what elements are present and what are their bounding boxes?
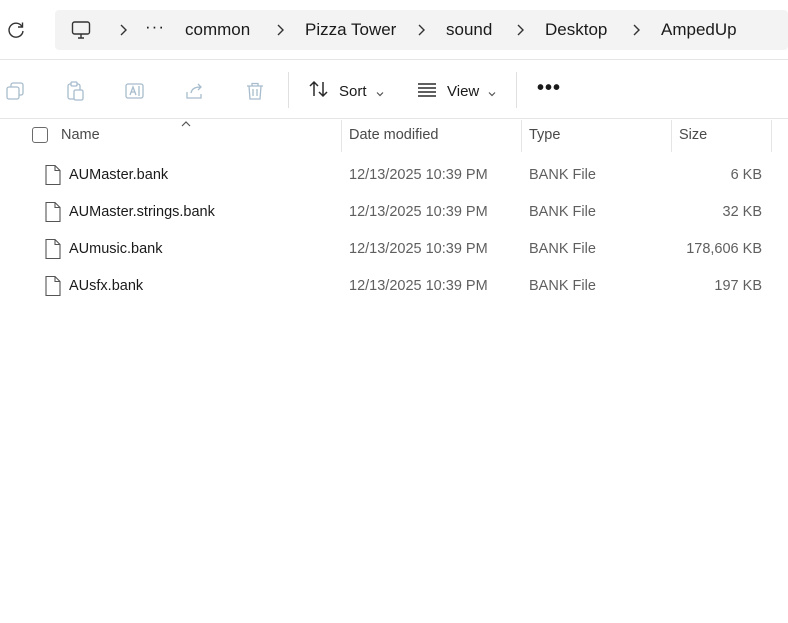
- divider: [516, 72, 517, 108]
- file-row[interactable]: AUMaster.strings.bank 12/13/2025 10:39 P…: [0, 194, 788, 231]
- chevron-down-icon: [375, 86, 385, 97]
- column-divider[interactable]: [671, 120, 672, 152]
- file-date: 12/13/2025 10:39 PM: [349, 167, 488, 183]
- file-name: AUsfx.bank: [69, 278, 144, 294]
- file-name: AUmusic.bank: [69, 241, 163, 257]
- address-bar[interactable]: ··· common Pizza Tower sound Desktop Amp…: [55, 10, 788, 50]
- command-bar: Sort View •••: [0, 61, 788, 119]
- column-divider[interactable]: [521, 120, 522, 152]
- view-button[interactable]: View: [416, 75, 497, 107]
- file-size: 197 KB: [714, 278, 762, 294]
- file-type: BANK File: [529, 204, 596, 220]
- sort-label: Sort: [339, 82, 367, 100]
- paste-icon[interactable]: [64, 80, 86, 102]
- breadcrumb-desktop[interactable]: Desktop: [545, 10, 607, 50]
- file-icon: [44, 164, 62, 186]
- refresh-icon[interactable]: [5, 20, 27, 42]
- computer-icon[interactable]: [70, 19, 92, 41]
- breadcrumb-overflow[interactable]: ···: [145, 10, 165, 50]
- breadcrumb-common[interactable]: common: [185, 10, 250, 50]
- chevron-right-icon[interactable]: [513, 22, 527, 38]
- chevron-right-icon[interactable]: [273, 22, 287, 38]
- delete-icon[interactable]: [244, 80, 266, 102]
- file-row[interactable]: AUMaster.bank 12/13/2025 10:39 PM BANK F…: [0, 157, 788, 194]
- column-divider[interactable]: [341, 120, 342, 152]
- more-options-button[interactable]: •••: [537, 75, 561, 107]
- breadcrumb-ampedup[interactable]: AmpedUp: [661, 10, 737, 50]
- select-all-checkbox[interactable]: [32, 127, 48, 143]
- sort-button[interactable]: Sort: [308, 75, 385, 107]
- copy-icon[interactable]: [4, 80, 26, 102]
- file-date: 12/13/2025 10:39 PM: [349, 241, 488, 257]
- share-icon[interactable]: [184, 80, 206, 102]
- file-list: AUMaster.bank 12/13/2025 10:39 PM BANK F…: [0, 157, 788, 305]
- view-icon: [416, 78, 438, 104]
- sort-icon: [308, 78, 330, 104]
- view-label: View: [447, 82, 480, 100]
- file-type: BANK File: [529, 278, 596, 294]
- rename-icon[interactable]: [124, 80, 146, 102]
- file-icon: [44, 238, 62, 260]
- file-icon: [44, 275, 62, 297]
- breadcrumb-pizza-tower[interactable]: Pizza Tower: [305, 10, 396, 50]
- column-divider[interactable]: [771, 120, 772, 152]
- column-header-date[interactable]: Date modified: [349, 120, 438, 152]
- file-size: 32 KB: [722, 204, 763, 220]
- column-header-row: Name Date modified Type Size: [0, 120, 788, 152]
- file-date: 12/13/2025 10:39 PM: [349, 204, 488, 220]
- column-header-name[interactable]: Name: [61, 120, 100, 152]
- file-row[interactable]: AUsfx.bank 12/13/2025 10:39 PM BANK File…: [0, 268, 788, 305]
- sort-ascending-icon: [180, 116, 192, 127]
- breadcrumb-sound[interactable]: sound: [446, 10, 492, 50]
- file-icon: [44, 201, 62, 223]
- chevron-right-icon[interactable]: [414, 22, 428, 38]
- file-date: 12/13/2025 10:39 PM: [349, 278, 488, 294]
- file-name: AUMaster.bank: [69, 167, 169, 183]
- file-row[interactable]: AUmusic.bank 12/13/2025 10:39 PM BANK Fi…: [0, 231, 788, 268]
- chevron-right-icon[interactable]: [629, 22, 643, 38]
- file-type: BANK File: [529, 167, 596, 183]
- divider: [288, 72, 289, 108]
- file-type: BANK File: [529, 241, 596, 257]
- file-size: 6 KB: [730, 167, 762, 183]
- column-header-type[interactable]: Type: [529, 120, 560, 152]
- chevron-right-icon[interactable]: [116, 22, 130, 38]
- file-name: AUMaster.strings.bank: [69, 204, 215, 220]
- chevron-down-icon: [487, 86, 497, 97]
- column-header-size[interactable]: Size: [679, 120, 707, 152]
- address-bar-row: ··· common Pizza Tower sound Desktop Amp…: [0, 0, 788, 60]
- file-size: 178,606 KB: [686, 241, 762, 257]
